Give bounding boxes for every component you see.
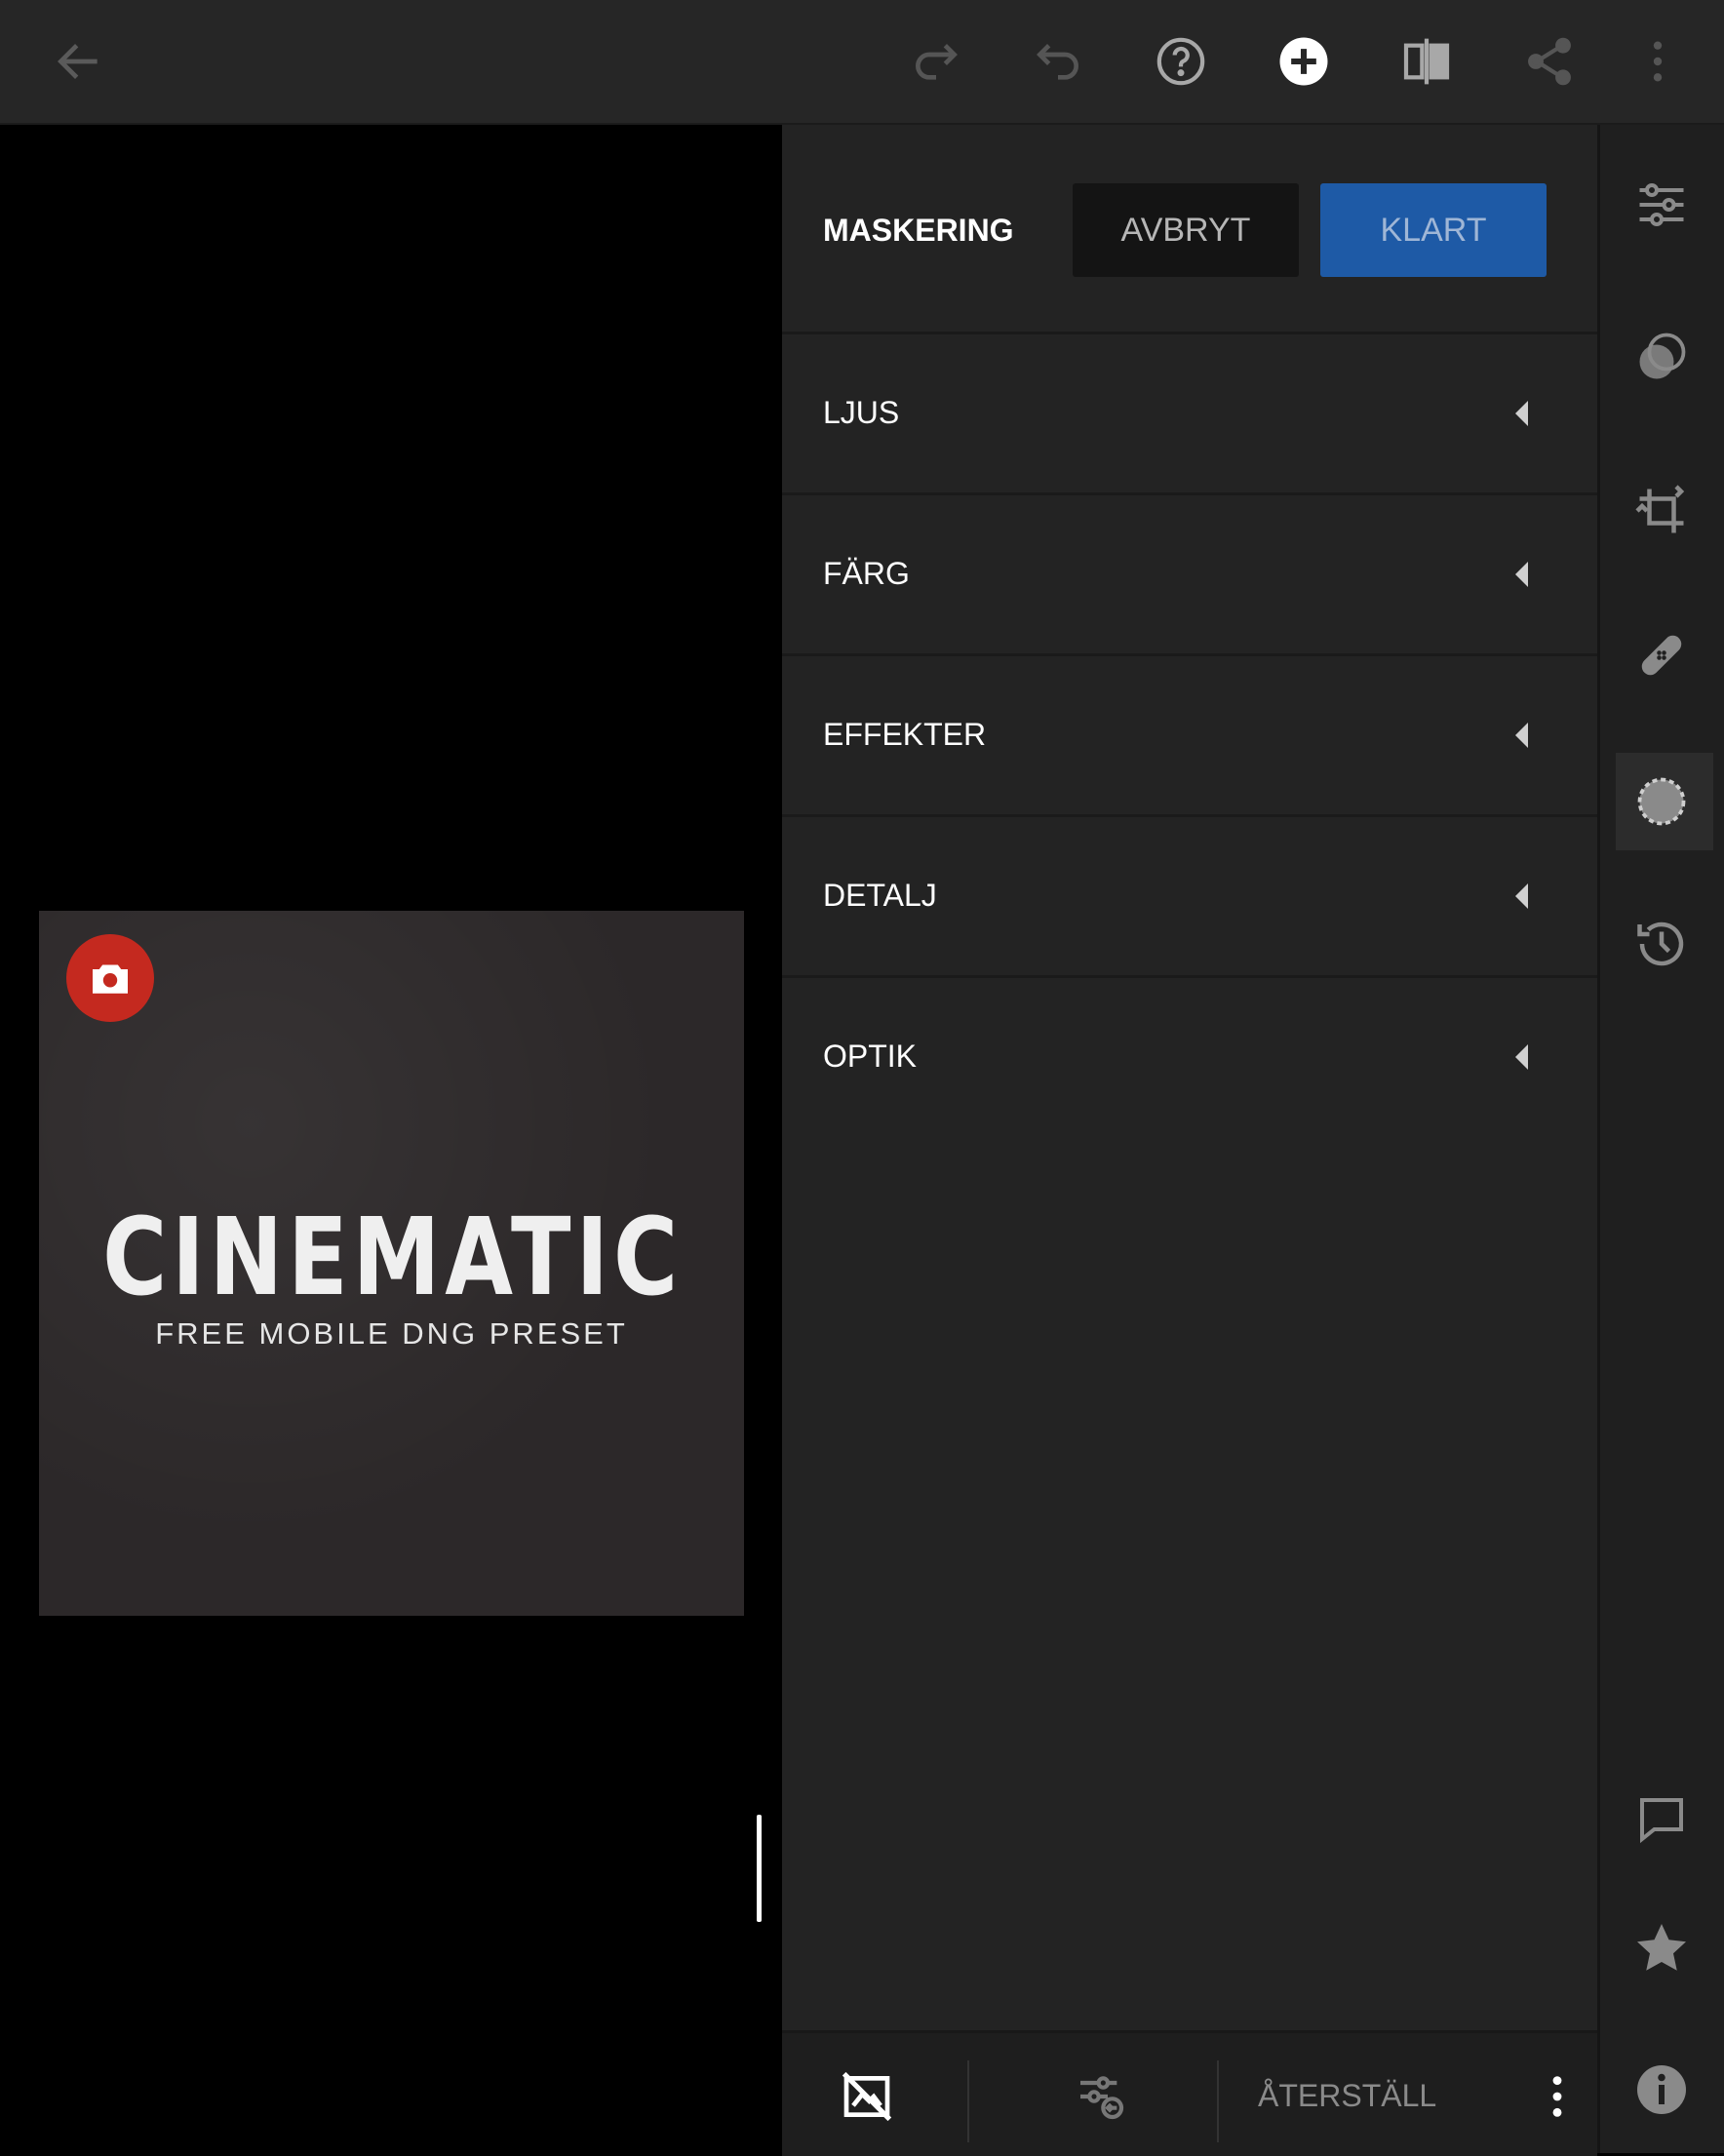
star-icon[interactable] (1623, 1909, 1701, 1987)
section-effects[interactable]: EFFEKTER (782, 656, 1597, 817)
healing-icon[interactable] (1623, 616, 1701, 694)
tool-rail (1597, 125, 1724, 2153)
photo-preview[interactable]: CINEMATIC FREE MOBILE DNG PRESET (39, 911, 744, 1616)
copy-settings-icon[interactable] (1067, 2062, 1135, 2131)
chevron-left-icon (1515, 883, 1528, 909)
share-icon[interactable] (1515, 27, 1584, 96)
history-icon[interactable] (1623, 905, 1701, 983)
camera-badge-icon (66, 934, 154, 1022)
presets-icon[interactable] (1623, 318, 1701, 396)
back-arrow-icon[interactable] (45, 27, 113, 96)
compare-icon[interactable] (1392, 27, 1461, 96)
section-color[interactable]: FÄRG (782, 495, 1597, 656)
photo-subtitle-text: FREE MOBILE DNG PRESET (155, 1316, 628, 1351)
chevron-left-icon (1515, 401, 1528, 426)
more-vertical-icon[interactable] (1624, 27, 1692, 96)
divider (967, 2060, 969, 2142)
section-label: LJUS (823, 395, 900, 430)
masking-header: MASKERING AVBRYT KLART (782, 125, 1597, 334)
mask-overlay-off-icon[interactable] (833, 2062, 901, 2131)
section-label: FÄRG (823, 556, 910, 591)
edit-sliders-icon[interactable] (1623, 166, 1701, 244)
reset-button[interactable]: ÅTERSTÄLL (1258, 2078, 1436, 2114)
cancel-button[interactable]: AVBRYT (1073, 183, 1299, 277)
undo-icon[interactable] (1024, 27, 1092, 96)
panel-resize-handle[interactable] (757, 1815, 762, 1922)
panel-bottom-bar: ÅTERSTÄLL (782, 2030, 1597, 2156)
redo-icon[interactable] (902, 27, 970, 96)
section-detail[interactable]: DETALJ (782, 817, 1597, 978)
info-icon[interactable] (1623, 2051, 1701, 2129)
comment-icon[interactable] (1623, 1781, 1701, 1859)
section-label: DETALJ (823, 878, 937, 913)
masking-title: MASKERING (823, 213, 1014, 248)
section-label: EFFEKTER (823, 717, 987, 752)
divider (1217, 2060, 1219, 2142)
photo-canvas[interactable]: CINEMATIC FREE MOBILE DNG PRESET (0, 125, 782, 2153)
done-button[interactable]: KLART (1320, 183, 1547, 277)
photo-title-text: CINEMATIC (102, 1195, 684, 1319)
help-icon[interactable] (1147, 27, 1215, 96)
crop-icon[interactable] (1623, 472, 1701, 550)
chevron-left-icon (1515, 562, 1528, 587)
section-label: OPTIK (823, 1039, 918, 1074)
chevron-left-icon (1515, 723, 1528, 748)
section-optics[interactable]: OPTIK (782, 978, 1597, 1136)
top-toolbar (0, 0, 1724, 125)
masking-panel: MASKERING AVBRYT KLART LJUS FÄRG EFFEKTE… (782, 125, 1597, 2156)
more-vertical-icon[interactable] (1523, 2062, 1591, 2131)
chevron-left-icon (1515, 1044, 1528, 1070)
section-light[interactable]: LJUS (782, 334, 1597, 495)
masking-icon[interactable] (1623, 763, 1701, 841)
add-icon[interactable] (1270, 27, 1338, 96)
